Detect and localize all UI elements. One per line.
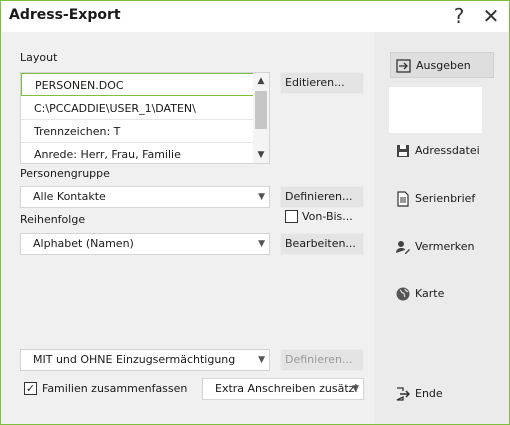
scroll-up-icon[interactable]: ▲ <box>253 73 269 89</box>
reihenfolge-value: Alphabet (Namen) <box>33 237 134 250</box>
extra-anschreiben-select[interactable]: Extra Anschreiben zusätzl ▼ <box>202 378 364 400</box>
user-edit-icon <box>396 241 410 254</box>
serienbrief-button[interactable]: Serienbrief <box>390 186 494 212</box>
von-bis-label: Von-Bis... <box>302 210 353 223</box>
adressdatei-button[interactable]: Adressdatei <box>390 138 494 164</box>
preview-box <box>389 87 482 133</box>
familien-label: Familien zusammenfassen <box>42 382 188 395</box>
einzug-value: MIT und OHNE Einzugsermächtigung <box>33 353 236 366</box>
edit-layout-button[interactable]: Editieren... <box>280 72 364 94</box>
chevron-down-icon: ▼ <box>258 192 265 202</box>
document-icon <box>397 191 409 207</box>
reihenfolge-label: Reihenfolge <box>20 213 86 226</box>
layout-label: Layout <box>20 51 58 64</box>
layout-item-path[interactable]: C:\PCCADDIE\USER_1\DATEN\ <box>21 97 254 120</box>
window-title: Adress-Export <box>9 7 121 23</box>
von-bis-checkbox[interactable] <box>285 210 298 223</box>
vermerken-label: Vermerken <box>415 240 475 253</box>
karte-label: Karte <box>415 287 445 300</box>
reihenfolge-select[interactable]: Alphabet (Namen) ▼ <box>20 233 270 255</box>
scroll-thumb[interactable] <box>255 91 267 129</box>
scroll-down-icon[interactable]: ▼ <box>253 147 269 163</box>
layout-item-separator[interactable]: Trennzeichen: T <box>21 120 254 143</box>
adressdatei-label: Adressdatei <box>415 144 480 157</box>
layout-item-file[interactable]: PERSONEN.DOC <box>21 73 254 96</box>
karte-button[interactable]: Karte <box>390 281 494 307</box>
ausgeben-button[interactable]: Ausgeben <box>390 52 494 78</box>
familien-checkbox[interactable]: ✓ <box>24 382 37 395</box>
close-button[interactable]: ✕ <box>477 4 505 28</box>
personengruppe-value: Alle Kontakte <box>33 190 106 203</box>
ende-label: Ende <box>415 387 443 400</box>
edit-order-button[interactable]: Bearbeiten... <box>280 233 364 255</box>
einzug-select[interactable]: MIT und OHNE Einzugsermächtigung ▼ <box>20 349 270 371</box>
extra-anschreiben-value: Extra Anschreiben zusätzl <box>215 382 358 395</box>
layout-item-salutation[interactable]: Anrede: Herr, Frau, Familie <box>21 143 254 163</box>
vermerken-button[interactable]: Vermerken <box>390 234 494 260</box>
personengruppe-select[interactable]: Alle Kontakte ▼ <box>20 186 270 208</box>
define-einzug-button[interactable]: Definieren... <box>280 349 364 371</box>
globe-icon <box>396 287 410 301</box>
adress-export-dialog: Adress-Export ? ✕ Layout PERSONEN.DOC C:… <box>0 0 510 425</box>
floppy-disk-icon <box>397 145 409 157</box>
define-group-button[interactable]: Definieren... <box>280 186 364 208</box>
personengruppe-label: Personengruppe <box>20 167 110 180</box>
ausgeben-label: Ausgeben <box>416 59 471 72</box>
main-panel: Layout PERSONEN.DOC C:\PCCADDIE\USER_1\D… <box>2 32 374 424</box>
serienbrief-label: Serienbrief <box>415 192 476 205</box>
export-arrow-icon <box>396 59 411 73</box>
chevron-down-icon: ▼ <box>258 355 265 365</box>
help-button[interactable]: ? <box>445 4 473 28</box>
exit-icon <box>396 387 411 401</box>
layout-listbox[interactable]: PERSONEN.DOC C:\PCCADDIE\USER_1\DATEN\ T… <box>20 72 270 164</box>
ende-button[interactable]: Ende <box>390 381 494 407</box>
layout-scrollbar[interactable]: ▲ ▼ <box>253 73 269 163</box>
chevron-down-icon: ▼ <box>258 239 265 249</box>
title-bar: Adress-Export ? ✕ <box>1 1 509 32</box>
chevron-down-icon: ▼ <box>352 384 359 394</box>
